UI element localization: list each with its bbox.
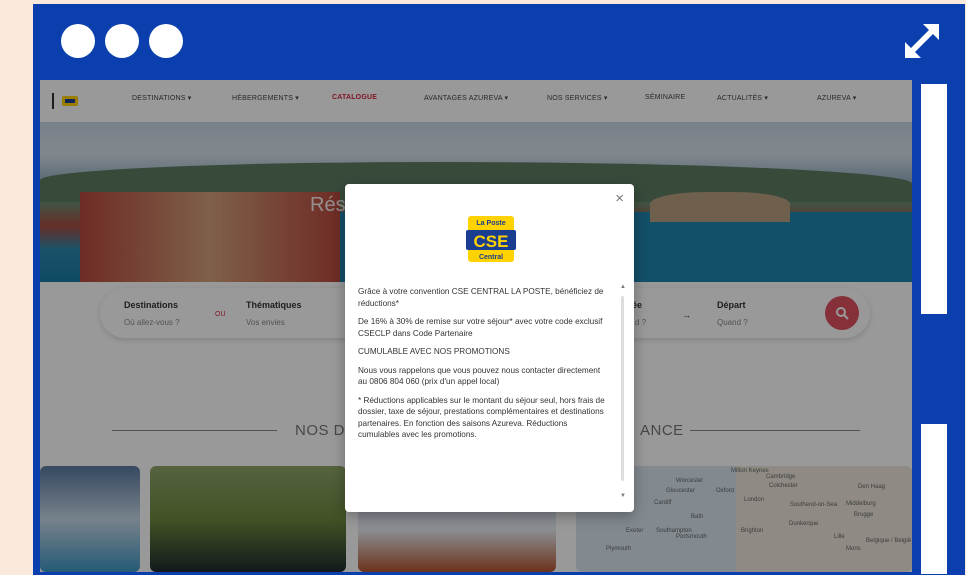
window-frame: DESTINATIONS ▾ HÉBERGEMENTS ▾ CATALOGUE … bbox=[33, 4, 965, 575]
logo-top-text: La Poste bbox=[476, 220, 505, 227]
scroll-thumb[interactable] bbox=[621, 296, 624, 481]
scroll-segment-top[interactable] bbox=[921, 84, 947, 314]
scroll-up-icon[interactable]: ▲ bbox=[620, 284, 626, 290]
modal-paragraph: Nous vous rappelons que vous pouvez nous… bbox=[358, 365, 601, 387]
window-controls bbox=[61, 24, 183, 58]
modal-scrollbar[interactable]: ▲ ▼ bbox=[619, 284, 627, 499]
expand-icon[interactable] bbox=[897, 18, 945, 66]
page-scrollbar[interactable] bbox=[921, 84, 947, 574]
window-dot-1[interactable] bbox=[61, 24, 95, 58]
scroll-segment-bottom[interactable] bbox=[921, 424, 947, 574]
modal-content: Grâce à votre convention CSE CENTRAL LA … bbox=[358, 286, 608, 496]
browser-viewport: DESTINATIONS ▾ HÉBERGEMENTS ▾ CATALOGUE … bbox=[40, 80, 912, 572]
cse-logo: La Poste CSE Central bbox=[466, 216, 516, 262]
modal-paragraph: CUMULABLE AVEC NOS PROMOTIONS bbox=[358, 347, 510, 356]
scroll-down-icon[interactable]: ▼ bbox=[620, 493, 626, 499]
modal-paragraph: * Réductions applicables sur le montant … bbox=[358, 395, 605, 440]
partner-modal: × La Poste CSE Central Grâce à votre con… bbox=[345, 184, 634, 512]
logo-main-text: CSE bbox=[474, 232, 509, 251]
modal-paragraph: De 16% à 30% de remise sur votre séjour*… bbox=[358, 317, 603, 338]
logo-sub-text: Central bbox=[479, 254, 503, 261]
modal-paragraph: Grâce à votre convention CSE CENTRAL LA … bbox=[358, 287, 604, 308]
close-button[interactable]: × bbox=[615, 190, 624, 207]
window-dot-2[interactable] bbox=[105, 24, 139, 58]
window-dot-3[interactable] bbox=[149, 24, 183, 58]
